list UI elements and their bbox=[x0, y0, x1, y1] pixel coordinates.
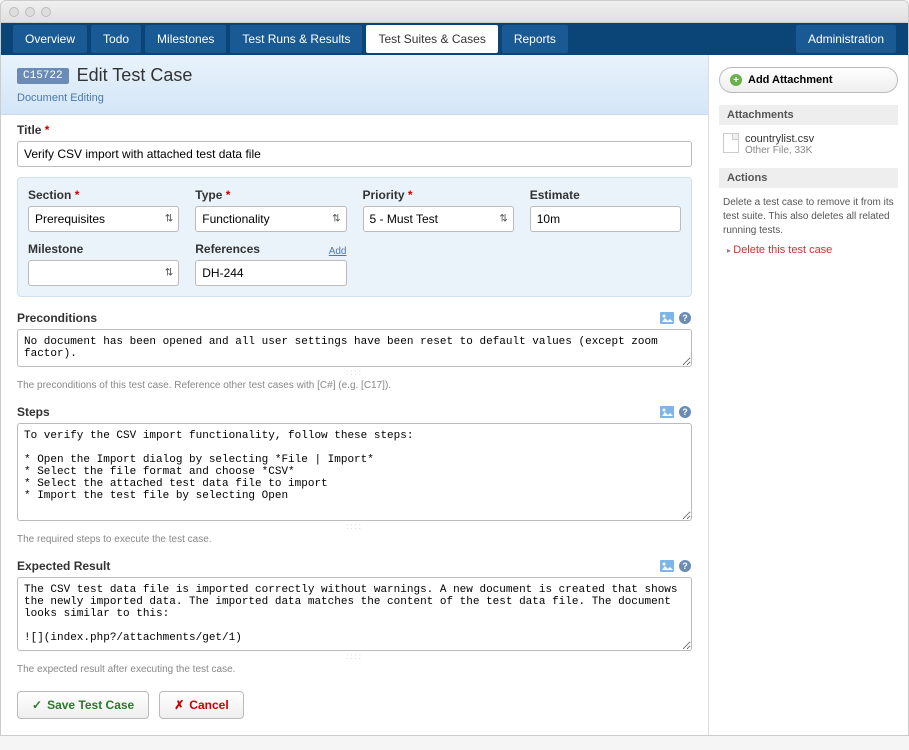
nav-testruns[interactable]: Test Runs & Results bbox=[230, 25, 362, 53]
image-icon[interactable] bbox=[660, 311, 674, 325]
sidebar: + Add Attachment Attachments countrylist… bbox=[708, 55, 908, 735]
resize-handle[interactable]: :::: bbox=[17, 522, 692, 531]
expected-textarea[interactable] bbox=[17, 577, 692, 651]
estimate-label: Estimate bbox=[530, 188, 681, 202]
plus-icon: + bbox=[730, 74, 742, 86]
breadcrumb[interactable]: Document Editing bbox=[17, 92, 104, 104]
x-icon: ✗ bbox=[174, 698, 184, 712]
svg-text:?: ? bbox=[682, 561, 688, 571]
help-icon[interactable]: ? bbox=[678, 311, 692, 325]
window-min-dot[interactable] bbox=[25, 7, 35, 17]
main-content: C15722 Edit Test Case Document Editing T… bbox=[1, 55, 708, 735]
check-icon: ✓ bbox=[32, 698, 42, 712]
title-input[interactable] bbox=[17, 141, 692, 167]
nav-milestones[interactable]: Milestones bbox=[145, 25, 226, 53]
svg-text:?: ? bbox=[682, 407, 688, 417]
actions-section-title: Actions bbox=[719, 168, 898, 188]
preconditions-help: The preconditions of this test case. Ref… bbox=[17, 380, 692, 391]
image-icon[interactable] bbox=[660, 559, 674, 573]
page-title: Edit Test Case bbox=[77, 65, 193, 86]
resize-handle[interactable]: :::: bbox=[17, 368, 692, 377]
steps-textarea[interactable] bbox=[17, 423, 692, 521]
svg-text:?: ? bbox=[682, 313, 688, 323]
type-select[interactable]: Functionality bbox=[195, 206, 346, 232]
attachment-item[interactable]: countrylist.csv Other File, 33K bbox=[719, 133, 898, 156]
references-label: References bbox=[195, 242, 260, 256]
delete-test-case-link[interactable]: Delete this test case bbox=[719, 244, 898, 256]
nav-administration[interactable]: Administration bbox=[796, 25, 896, 53]
help-icon[interactable]: ? bbox=[678, 405, 692, 419]
references-add-link[interactable]: Add bbox=[329, 246, 347, 257]
priority-select[interactable]: 5 - Must Test bbox=[363, 206, 514, 232]
steps-help: The required steps to execute the test c… bbox=[17, 534, 692, 545]
nav-todo[interactable]: Todo bbox=[91, 25, 141, 53]
section-select[interactable]: Prerequisites bbox=[28, 206, 179, 232]
image-icon[interactable] bbox=[660, 405, 674, 419]
delete-description: Delete a test case to remove it from its… bbox=[719, 196, 898, 238]
references-input[interactable] bbox=[195, 260, 346, 286]
add-attachment-button[interactable]: + Add Attachment bbox=[719, 67, 898, 93]
help-icon[interactable]: ? bbox=[678, 559, 692, 573]
type-label: Type * bbox=[195, 188, 346, 202]
top-nav: Overview Todo Milestones Test Runs & Res… bbox=[1, 23, 908, 55]
attachment-meta: Other File, 33K bbox=[745, 145, 814, 156]
expected-help: The expected result after executing the … bbox=[17, 664, 692, 675]
title-label: Title * bbox=[17, 123, 692, 137]
file-icon bbox=[723, 133, 739, 153]
window-max-dot[interactable] bbox=[41, 7, 51, 17]
preconditions-textarea[interactable] bbox=[17, 329, 692, 367]
attachments-section-title: Attachments bbox=[719, 105, 898, 125]
steps-label: Steps bbox=[17, 405, 50, 419]
window-close-dot[interactable] bbox=[9, 7, 19, 17]
priority-label: Priority * bbox=[363, 188, 514, 202]
page-header: C15722 Edit Test Case Document Editing bbox=[1, 55, 708, 115]
milestone-select[interactable] bbox=[28, 260, 179, 286]
save-button[interactable]: ✓ Save Test Case bbox=[17, 691, 149, 719]
cancel-button[interactable]: ✗ Cancel bbox=[159, 691, 243, 719]
nav-reports[interactable]: Reports bbox=[502, 25, 568, 53]
expected-label: Expected Result bbox=[17, 559, 110, 573]
nav-testsuites[interactable]: Test Suites & Cases bbox=[366, 25, 497, 53]
app-window: Overview Todo Milestones Test Runs & Res… bbox=[0, 0, 909, 736]
section-label: Section * bbox=[28, 188, 179, 202]
estimate-input[interactable] bbox=[530, 206, 681, 232]
properties-panel: Section * Prerequisites Type * Functiona… bbox=[17, 177, 692, 297]
attachment-name: countrylist.csv bbox=[745, 133, 814, 145]
nav-overview[interactable]: Overview bbox=[13, 25, 87, 53]
preconditions-label: Preconditions bbox=[17, 311, 97, 325]
milestone-label: Milestone bbox=[28, 242, 179, 256]
case-id-badge: C15722 bbox=[17, 68, 69, 84]
window-titlebar bbox=[1, 1, 908, 23]
